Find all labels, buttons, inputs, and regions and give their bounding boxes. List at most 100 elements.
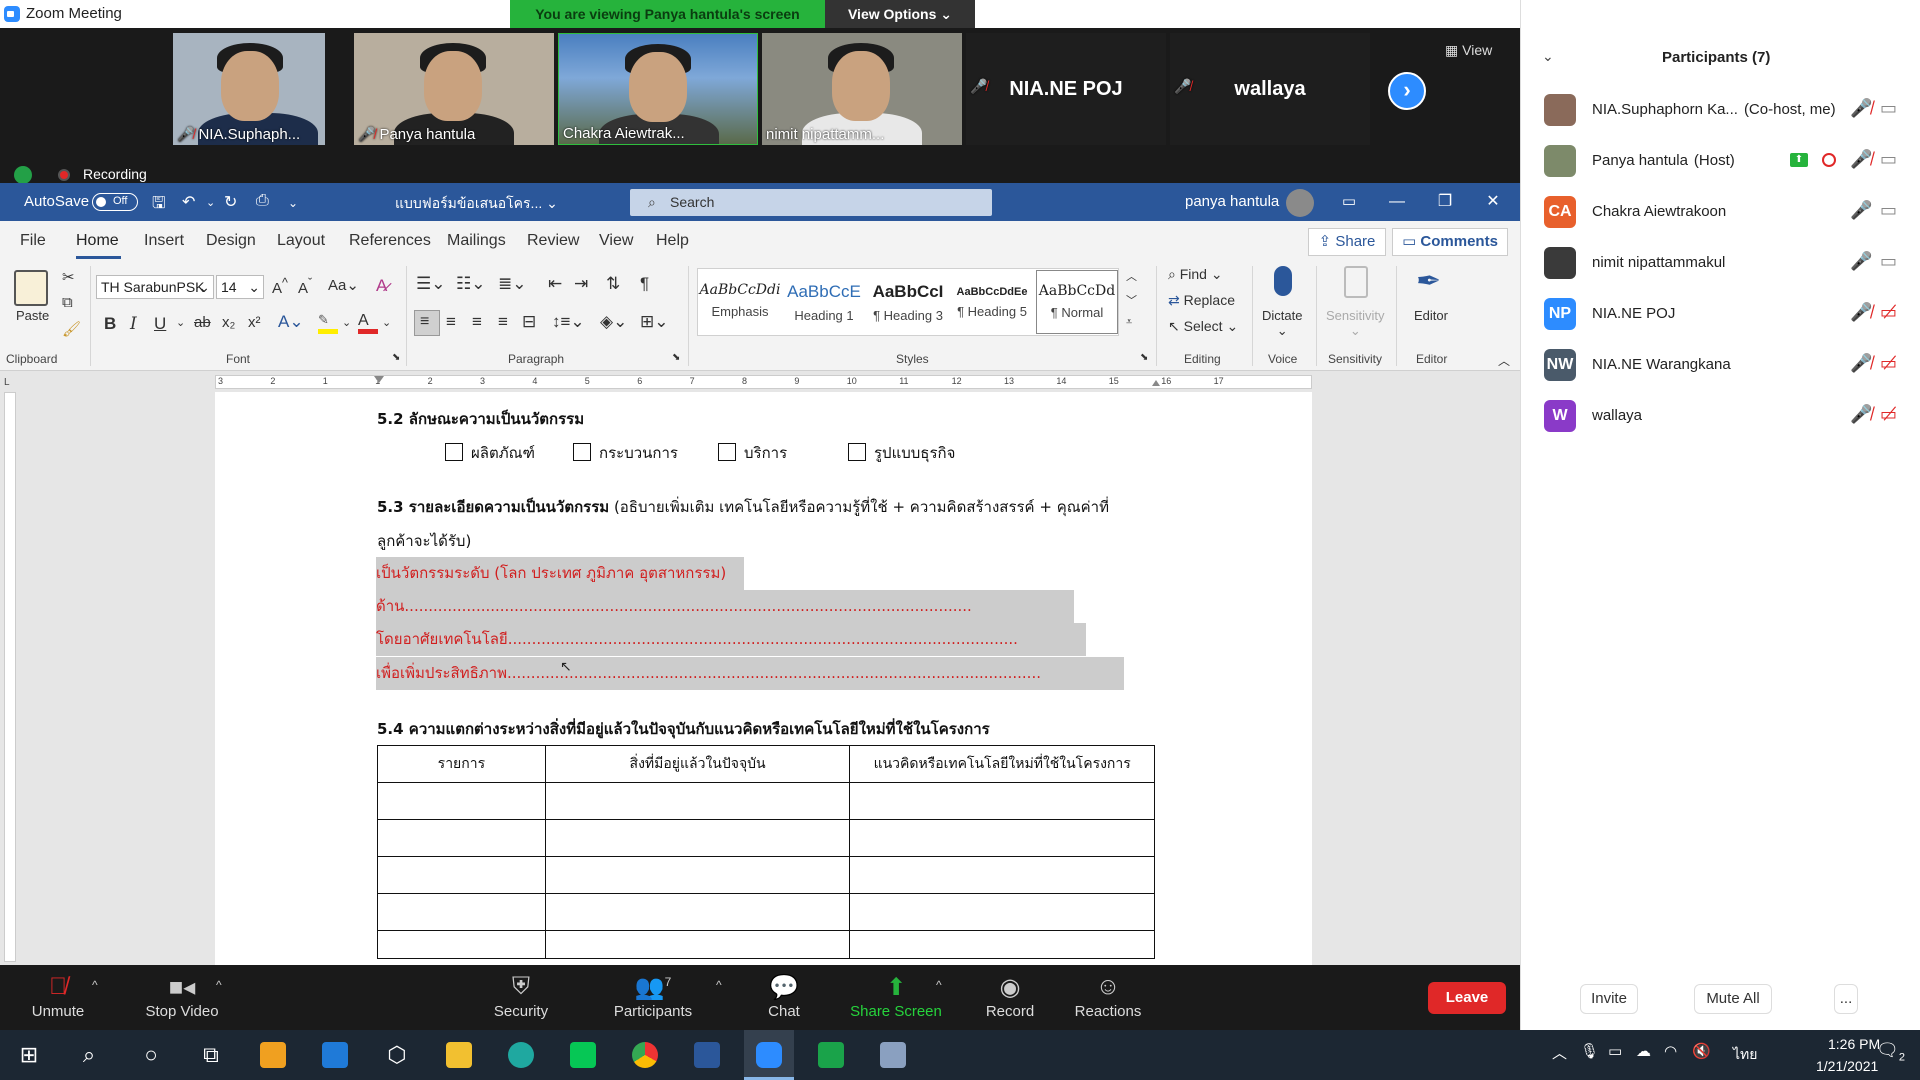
table-cell[interactable] [849, 930, 1155, 959]
dictate-button[interactable]: Dictate ⌄ [1262, 308, 1302, 339]
sort-icon[interactable]: ⇅ [606, 274, 620, 294]
checkbox-process[interactable]: กระบวนการ [573, 441, 678, 465]
underline-dropdown-icon[interactable]: ⌄ [176, 316, 185, 329]
chrome-icon[interactable] [620, 1030, 670, 1080]
increase-indent-icon[interactable]: ⇥ [574, 274, 588, 294]
undo-icon[interactable]: ↶ [182, 192, 195, 212]
video-tile[interactable]: nimit nipattamm... [762, 33, 962, 145]
user-name[interactable]: panya hantula [1185, 193, 1279, 210]
tab-layout[interactable]: Layout [277, 232, 325, 250]
font-color-icon[interactable]: A [358, 312, 378, 334]
replace-button[interactable]: ⇄ Replace [1168, 292, 1235, 309]
highlight-color-icon[interactable]: ✎ [318, 312, 338, 334]
table-cell[interactable] [849, 782, 1155, 820]
onedrive-icon[interactable]: ☁ [1636, 1042, 1651, 1060]
styles-more-icon[interactable]: ⩡ [1126, 316, 1132, 329]
copy-icon[interactable]: ⧉ [62, 294, 73, 311]
stop-video-button[interactable]: ■◂ Stop Video [132, 965, 232, 1030]
style-heading-3[interactable]: AaBbCcI ¶ Heading 3 [866, 270, 950, 334]
customize-qat-icon[interactable]: ⌄ [288, 196, 298, 210]
checkbox-service[interactable]: บริการ [718, 441, 787, 465]
word-restore-button[interactable]: ❐ [1422, 183, 1468, 221]
word-minimize-button[interactable]: — [1374, 183, 1420, 221]
participant-row[interactable]: nimit nipattammakul 🎤 ▭ [1520, 239, 1920, 289]
audio-options-caret-icon[interactable]: ^ [92, 978, 98, 992]
tab-file[interactable]: File [20, 232, 46, 250]
3d-viewer-icon[interactable]: ⬡ [372, 1030, 422, 1080]
format-painter-icon[interactable]: 🖌 [62, 320, 81, 338]
wifi-icon[interactable]: ◠ [1664, 1042, 1677, 1060]
clear-formatting-icon[interactable]: A̷ [376, 276, 387, 296]
bold-icon[interactable]: B [104, 314, 116, 334]
shrink-font-icon[interactable]: Aˇ [298, 276, 312, 297]
tab-selector-icon[interactable]: L [4, 377, 16, 389]
view-options-button[interactable]: View Options ⌄ [825, 0, 975, 28]
edge-icon[interactable] [496, 1030, 546, 1080]
next-page-arrow-icon[interactable]: › [1388, 72, 1426, 110]
indent-marker[interactable] [374, 376, 384, 392]
styles-scroll-down-icon[interactable]: ﹀ [1126, 292, 1137, 308]
clock-time[interactable]: 1:26 PM [1828, 1036, 1880, 1052]
tab-review[interactable]: Review [527, 232, 579, 250]
paste-label[interactable]: Paste [16, 308, 49, 323]
tab-insert[interactable]: Insert [144, 232, 184, 250]
video-tile[interactable]: NIA.NE POJ 🎤̸ [966, 33, 1166, 145]
right-indent-marker[interactable] [1152, 378, 1160, 386]
distributed-icon[interactable]: ⊟ [522, 312, 536, 332]
align-center-icon[interactable]: ≡ [446, 312, 456, 332]
participant-row[interactable]: CA Chakra Aiewtrakoon 🎤 ▭ [1520, 188, 1920, 238]
numbering-icon[interactable]: ☷⌄ [456, 274, 485, 294]
record-button[interactable]: ◉ Record [980, 965, 1040, 1030]
highlighted-line-3[interactable]: โดยอาศัยเทคโนโลยี.......................… [376, 623, 1086, 656]
share-button[interactable]: ⇪ Share [1308, 228, 1386, 256]
justify-icon[interactable]: ≡ [498, 312, 508, 332]
table-header-cell[interactable]: รายการ [377, 745, 546, 783]
video-tile-active-speaker[interactable]: Chakra Aiewtrak... [558, 33, 758, 145]
video-options-caret-icon[interactable]: ^ [216, 978, 222, 992]
whiteboard-app-icon[interactable] [806, 1030, 856, 1080]
highlighted-line-1[interactable]: เป็นวัตกรรมระดับ (โลก ประเทศ ภูมิภาค อุต… [376, 557, 744, 590]
tab-home[interactable]: Home [76, 232, 119, 250]
style-heading-1[interactable]: AaBbCcE Heading 1 [782, 270, 866, 334]
reactions-button[interactable]: ☺ Reactions [1070, 965, 1146, 1030]
font-size-select[interactable]: 14 ⌄ [216, 275, 264, 299]
participant-row[interactable]: NW NIA.NE Warangkana 🎤̸ ▭̸ [1520, 341, 1920, 391]
undo-dropdown-icon[interactable]: ⌄ [206, 196, 215, 209]
table-cell[interactable] [849, 893, 1155, 931]
security-button[interactable]: ⛨ Security [484, 965, 558, 1030]
tray-overflow-icon[interactable]: ︿ [1552, 1042, 1567, 1063]
table-cell[interactable] [377, 930, 546, 959]
table-cell[interactable] [544, 819, 851, 857]
table-cell[interactable] [544, 856, 851, 894]
pdf-app-icon[interactable] [868, 1030, 918, 1080]
mute-all-button[interactable]: Mute All [1694, 984, 1772, 1014]
tab-mailings[interactable]: Mailings [447, 232, 506, 250]
strikethrough-icon[interactable]: ab [194, 314, 211, 331]
comparison-table[interactable]: รายการ สิ่งที่มีอยู่แล้วในปัจจุบัน แนวคิ… [377, 745, 1155, 959]
italic-icon[interactable]: I [130, 314, 137, 334]
highlight-dropdown-icon[interactable]: ⌄ [342, 316, 351, 329]
clock-date[interactable]: 1/21/2021 [1816, 1058, 1878, 1074]
find-button[interactable]: ⌕ Find ⌄ [1168, 266, 1223, 283]
superscript-icon[interactable]: x² [248, 314, 261, 331]
invite-button[interactable]: Invite [1580, 984, 1638, 1014]
task-view-icon[interactable]: ⧉ [186, 1030, 236, 1080]
taskbar-search-icon[interactable]: ⌕ [64, 1030, 114, 1080]
notification-icon[interactable]: 🗨2 [1876, 1040, 1905, 1064]
collapse-ribbon-icon[interactable]: ︿ [1498, 352, 1510, 369]
encryption-shield-icon[interactable] [14, 166, 32, 184]
tab-help[interactable]: Help [656, 232, 689, 250]
styles-scroll-up-icon[interactable]: ︿ [1126, 268, 1137, 284]
align-right-icon[interactable]: ≡ [472, 312, 482, 332]
avatar[interactable] [1286, 189, 1314, 217]
share-options-caret-icon[interactable]: ^ [936, 978, 942, 992]
volume-muted-icon[interactable]: 🔇 [1692, 1042, 1711, 1060]
multilevel-list-icon[interactable]: ≣⌄ [498, 274, 527, 294]
style-heading-5[interactable]: AaBbCcDdEe ¶ Heading 5 [950, 270, 1034, 334]
editor-button[interactable]: Editor [1414, 308, 1448, 323]
paste-icon[interactable] [14, 270, 48, 306]
view-button[interactable]: ▦ View [1445, 42, 1492, 59]
video-tile[interactable]: wallaya 🎤̸ [1170, 33, 1370, 145]
align-left-icon[interactable]: ≡ [414, 310, 440, 336]
participants-button[interactable]: 👥7 Participants [608, 965, 698, 1030]
